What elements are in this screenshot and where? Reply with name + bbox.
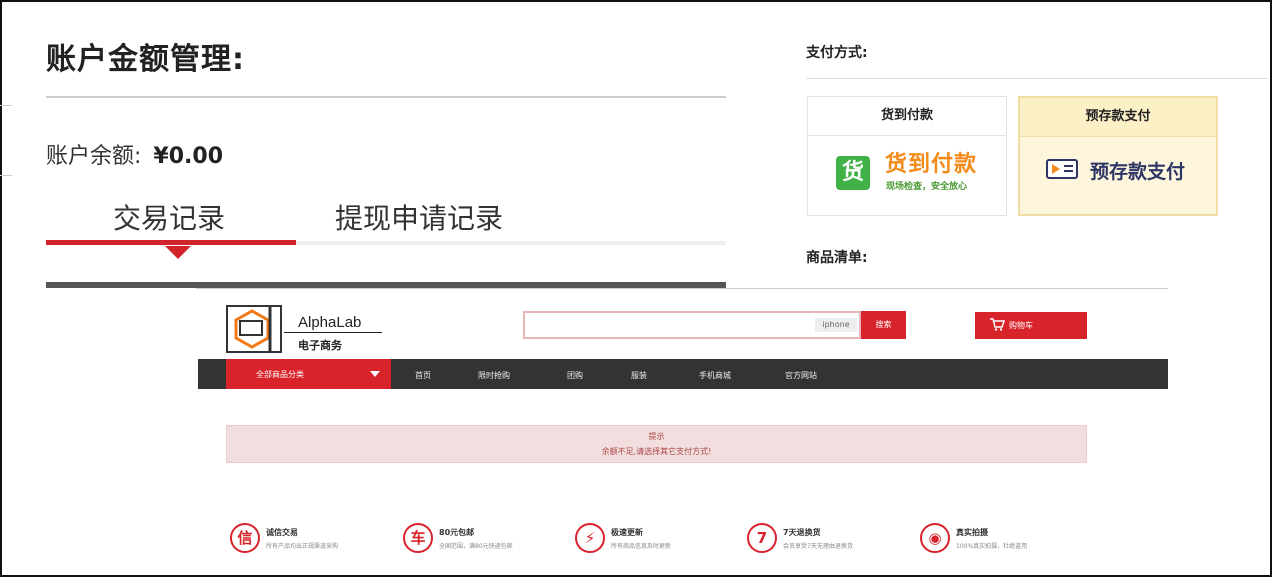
cart-button[interactable]: 购物车 <box>975 312 1087 339</box>
feature-title: 真实拍摄 <box>956 528 988 537</box>
alert-title: 提示 <box>648 432 665 441</box>
nav-home[interactable]: 首页 <box>415 370 431 381</box>
feature-desc: 100%真实拍摄，杜绝盗用 <box>956 543 1028 550</box>
payment-option-header: 预存款支付 <box>1020 98 1216 137</box>
active-tab-indicator <box>46 240 296 245</box>
nav-group-buy[interactable]: 团购 <box>567 370 583 381</box>
all-categories-label: 全部商品分类 <box>256 370 304 379</box>
tab-withdrawals[interactable]: 提现申请记录 <box>335 197 503 237</box>
edge-divider <box>0 175 12 176</box>
truck-icon: 车 <box>403 523 433 553</box>
camera-icon: ◉ <box>920 523 950 553</box>
nav-clothing[interactable]: 服装 <box>631 370 647 381</box>
goods-list-label: 商品清单: <box>806 250 868 266</box>
payment-option-title: 预存款支付 <box>1090 161 1186 183</box>
caret-down-icon <box>370 371 380 377</box>
payment-option-body: 货 货到付款 现场检查，安全放心 <box>808 136 1006 215</box>
title-divider <box>46 96 726 98</box>
insufficient-balance-alert: 提示 余额不足,请选择其它支付方式! <box>226 425 1087 463</box>
feature-fast-update: ⚡ 极速更新 所有商品信息及时更新 <box>575 521 740 559</box>
nav-phone-mall[interactable]: 手机商城 <box>699 370 731 381</box>
nav-official-site[interactable]: 官方网站 <box>785 370 817 381</box>
feature-title: 7天退换货 <box>783 528 821 537</box>
feature-honest-trade: 信 诚信交易 所有产品均出正规渠道采购 <box>230 521 395 559</box>
payment-option-cod[interactable]: 货到付款 货 货到付款 现场检查，安全放心 <box>807 96 1007 216</box>
payment-method-label: 支付方式: <box>806 45 868 61</box>
logo-subtitle: 电子商务 <box>298 339 342 352</box>
nav-flash-sale[interactable]: 限时抢购 <box>478 370 510 381</box>
feature-7day-return: 7 7天退换货 会员享受7天无理由退换货 <box>747 521 912 559</box>
cart-label: 购物车 <box>1009 321 1033 330</box>
search-input[interactable] <box>523 311 861 339</box>
feature-title: 极速更新 <box>611 528 643 537</box>
page-title: 账户金额管理: <box>46 42 245 77</box>
seven-days-icon: 7 <box>747 523 777 553</box>
payment-divider <box>806 78 1268 79</box>
logo-underline <box>284 332 382 333</box>
payment-option-prepaid[interactable]: 预存款支付 预存款支付 <box>1018 96 1218 216</box>
cod-icon: 货 <box>836 156 870 190</box>
trust-icon: 信 <box>230 523 260 553</box>
payment-option-subtitle: 现场检查，安全放心 <box>886 182 968 192</box>
search-hint[interactable]: iphone <box>815 318 857 332</box>
logo-icon <box>226 305 282 353</box>
payment-option-body: 预存款支付 <box>1020 137 1216 214</box>
logo-name: AlphaLab <box>298 314 362 331</box>
balance-row: 账户余额: ¥0.00 <box>46 138 223 170</box>
payment-option-title: 货到付款 <box>885 152 978 177</box>
feature-free-shipping: 车 80元包邮 全国范围，满80元快递包邮 <box>403 521 568 559</box>
alert-message: 余额不足,请选择其它支付方式! <box>601 447 712 456</box>
caret-down-icon <box>165 246 191 259</box>
shop-top-border <box>196 288 1168 289</box>
tab-transactions[interactable]: 交易记录 <box>113 197 225 237</box>
feature-desc: 会员享受7天无理由退换货 <box>783 543 853 550</box>
all-categories-menu[interactable]: 全部商品分类 <box>226 359 391 389</box>
wallet-icon <box>1046 159 1078 179</box>
feature-desc: 所有商品信息及时更新 <box>611 543 672 550</box>
feature-desc: 所有产品均出正规渠道采购 <box>266 543 339 550</box>
edge-divider <box>0 105 12 106</box>
lightning-icon: ⚡ <box>575 523 605 553</box>
feature-desc: 全国范围，满80元快递包邮 <box>439 543 513 550</box>
balance-label: 账户余额: <box>46 144 142 169</box>
balance-value: ¥0.00 <box>153 144 224 169</box>
feature-real-photos: ◉ 真实拍摄 100%真实拍摄，杜绝盗用 <box>920 521 1085 559</box>
cart-icon <box>990 318 1005 331</box>
feature-title: 诚信交易 <box>266 528 298 537</box>
search-button[interactable]: 搜索 <box>861 311 906 339</box>
feature-title: 80元包邮 <box>439 528 475 537</box>
payment-option-header: 货到付款 <box>808 97 1006 136</box>
